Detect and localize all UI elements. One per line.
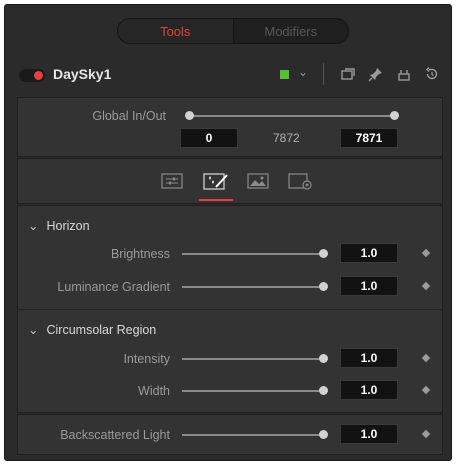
horizon-group-header[interactable]: ⌄ Horizon: [28, 218, 90, 233]
image-page-icon[interactable]: [247, 173, 269, 189]
group-divider: [18, 309, 442, 310]
width-field[interactable]: 1.0: [340, 380, 398, 400]
intensity-slider[interactable]: [182, 358, 324, 360]
global-in-out-label: Global In/Out: [92, 109, 166, 123]
width-label: Width: [138, 384, 170, 398]
global-mid-value: 7872: [273, 131, 300, 145]
backscattered-light-slider-handle[interactable]: [319, 430, 328, 439]
versions-icon[interactable]: [339, 65, 357, 83]
global-in-field[interactable]: 0: [180, 128, 238, 148]
intensity-field[interactable]: 1.0: [340, 348, 398, 368]
backscattered-light-label: Backscattered Light: [60, 428, 170, 442]
global-range-track[interactable]: [190, 115, 396, 117]
width-slider-handle[interactable]: [319, 386, 328, 395]
inspector-panel: Tools Modifiers DaySky1 ⌄ Global In/Out …: [4, 4, 452, 461]
chevron-down-icon: ⌄: [28, 219, 39, 233]
tab-modifiers[interactable]: Modifiers: [234, 19, 349, 43]
control-page-tabs: [17, 158, 443, 204]
luminance-gradient-keyframe-icon[interactable]: [421, 281, 431, 291]
sliders-page-icon[interactable]: [161, 173, 183, 189]
backscattered-light-slider[interactable]: [182, 434, 324, 436]
width-slider[interactable]: [182, 390, 324, 392]
luminance-gradient-slider[interactable]: [182, 286, 324, 288]
backscattered-light-keyframe-icon[interactable]: [421, 429, 431, 439]
global-in-handle[interactable]: [185, 111, 194, 120]
global-in-out-section: Global In/Out 0 7872 7871: [17, 97, 443, 157]
luminance-gradient-field[interactable]: 1.0: [340, 276, 398, 296]
tool-name: DaySky1: [53, 66, 112, 82]
brightness-keyframe-icon[interactable]: [421, 248, 431, 258]
toggle-knob: [34, 71, 43, 80]
brightness-slider-handle[interactable]: [319, 249, 328, 258]
intensity-keyframe-icon[interactable]: [421, 353, 431, 363]
brightness-field[interactable]: 1.0: [340, 243, 398, 263]
tool-color-swatch[interactable]: [280, 70, 289, 79]
header-divider: [323, 63, 324, 85]
tab-tools[interactable]: Tools: [118, 19, 234, 43]
brightness-slider[interactable]: [182, 253, 324, 255]
backscattered-section: Backscattered Light 1.0: [17, 414, 443, 455]
global-out-handle[interactable]: [390, 111, 399, 120]
magic-wand-page-icon[interactable]: [203, 171, 229, 191]
chevron-down-icon: ⌄: [28, 323, 39, 337]
tool-header: DaySky1 ⌄: [5, 57, 451, 93]
width-keyframe-icon[interactable]: [421, 385, 431, 395]
circumsolar-group-header[interactable]: ⌄ Circumsolar Region: [28, 322, 156, 337]
horizon-title: Horizon: [46, 219, 90, 233]
lock-icon[interactable]: [395, 65, 413, 83]
global-out-field[interactable]: 7871: [340, 128, 398, 148]
settings-page-icon[interactable]: [288, 173, 314, 191]
luminance-gradient-slider-handle[interactable]: [319, 282, 328, 291]
pin-icon[interactable]: [367, 65, 385, 83]
tool-enable-toggle[interactable]: [19, 69, 45, 82]
intensity-label: Intensity: [123, 352, 170, 366]
brightness-label: Brightness: [110, 247, 170, 261]
active-page-indicator: [199, 199, 233, 201]
reset-icon[interactable]: [423, 65, 441, 83]
circumsolar-title: Circumsolar Region: [46, 323, 157, 337]
luminance-gradient-label: Luminance Gradient: [57, 280, 170, 294]
daysky-controls: ⌄ Horizon Brightness 1.0 Luminance Gradie…: [17, 205, 443, 413]
inspector-tabs: Tools Modifiers: [117, 18, 349, 44]
chevron-down-icon[interactable]: ⌄: [298, 65, 308, 79]
intensity-slider-handle[interactable]: [319, 354, 328, 363]
backscattered-light-field[interactable]: 1.0: [340, 424, 398, 444]
